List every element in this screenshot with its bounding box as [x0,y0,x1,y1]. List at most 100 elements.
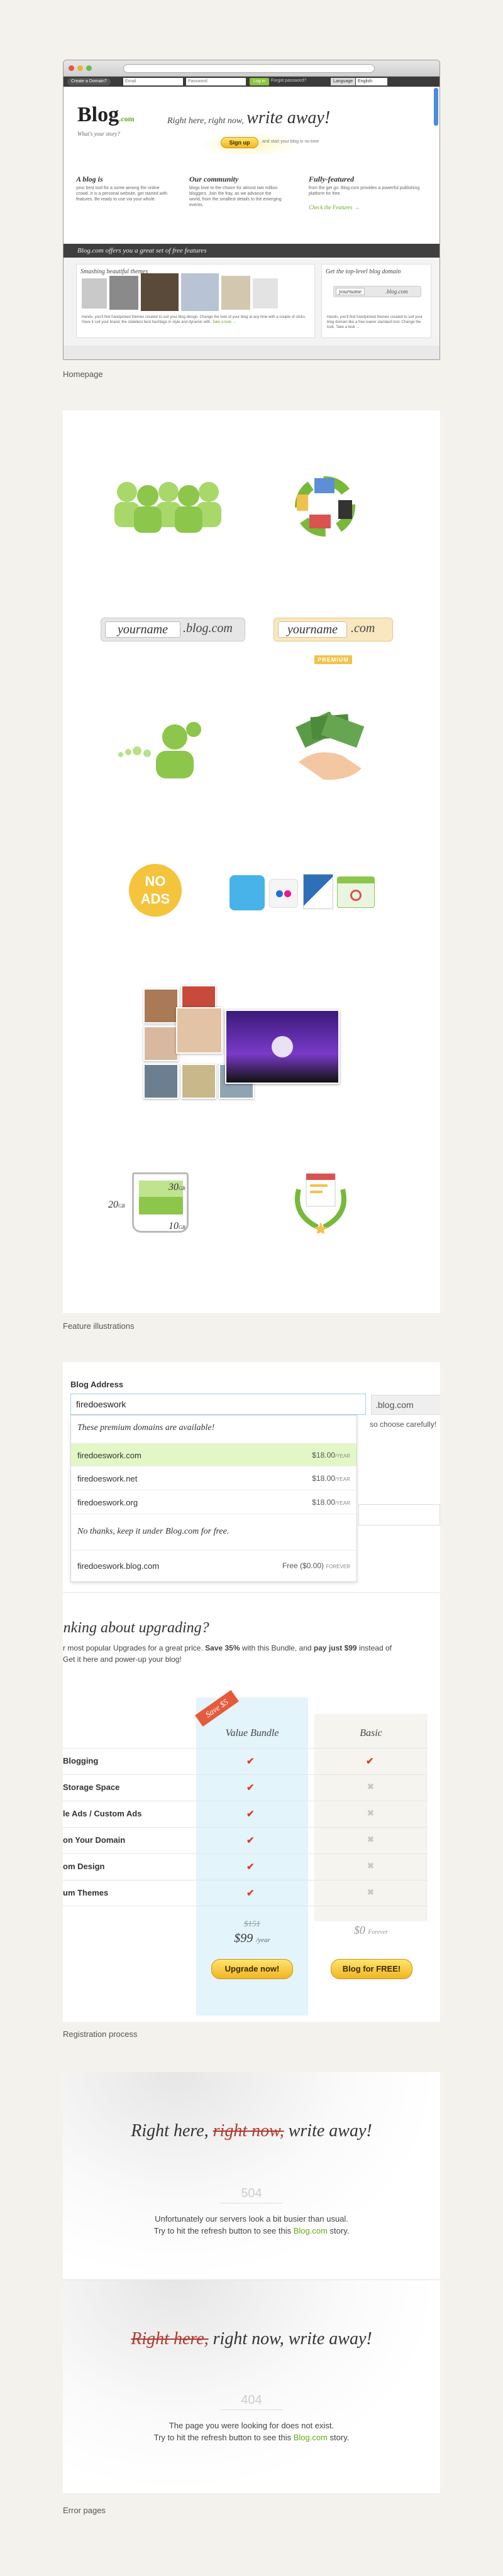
caption-registration: Registration process [63,2029,138,2039]
feature-title: Fully-featured [309,175,354,183]
password-field[interactable]: Password [186,78,246,85]
delicious-icon [303,874,333,909]
check-icon: ✔ [246,1782,255,1793]
premium-badge: PREMIUM [314,655,352,664]
error-504-page: Right here, right now, write away! 504 U… [63,2072,440,2279]
flickr-icon [269,879,298,908]
error-504-heading: Right here, right now, write away! [131,2121,372,2141]
cross-icon: ✖ [367,1808,374,1818]
no-ads-line1: NO [145,873,166,889]
theme-thumbnail[interactable] [253,278,278,308]
theme-thumbnail[interactable] [82,278,107,308]
check-icon: ✔ [246,1862,255,1872]
login-button[interactable]: Log in [250,78,270,85]
signup-button[interactable]: Sign up [221,137,258,148]
check-icon: ✔ [366,1756,374,1767]
logo-suffix: .com [119,114,135,123]
check-features-link[interactable]: Check the Features → [309,204,422,210]
row-label: le Ads / Custom Ads [63,1809,142,1818]
table-row: um Themes ✔ ✖ [63,1880,428,1906]
maximize-dot-icon[interactable] [86,65,92,71]
storage-level-top: 30GB [169,1182,185,1192]
twitter-icon [229,875,265,910]
themes-link[interactable]: Take a look → [213,320,236,324]
hidden-field-fragment[interactable] [358,1504,440,1525]
blog-address-input[interactable]: firedoeswork [70,1394,366,1415]
theme-thumbnail[interactable] [141,273,179,311]
browser-chrome [64,60,439,77]
check-icon: ✔ [246,1809,255,1820]
video-thumbnail[interactable] [225,1010,340,1084]
photo-thumbnail [143,988,179,1023]
play-icon[interactable] [272,1036,293,1057]
caption-features: Feature illustrations [63,1321,135,1331]
bundle-price: $99 /year [234,1931,270,1945]
domain-option[interactable]: firedoeswork.com $18.00/YEAR [71,1443,357,1466]
table-row: le Ads / Custom Ads ✔ ✖ [63,1801,428,1827]
new-user-icon [118,722,201,778]
footer-strip [64,346,439,359]
language-select[interactable]: English [356,78,387,85]
upgrade-text: r most popular Upgrades for a great pric… [63,1644,392,1664]
col-basic-header: Basic [360,1728,382,1738]
hero-heading: Right here, right now, write away! [167,108,330,128]
domain-illustration: yourname .blog.com [333,286,421,297]
blog-domain-illustration: yourname .blog.com [101,618,245,641]
minimize-dot-icon[interactable] [77,65,83,71]
no-thanks-option[interactable]: No thanks, keep it under Blog.com for fr… [71,1514,357,1550]
theme-thumbnail[interactable] [221,276,250,310]
domain-option-price: $18.00/YEAR [312,1451,350,1460]
storage-level-mid: 20GB [108,1199,125,1210]
email-field[interactable]: Email [123,78,183,85]
blog-for-free-button[interactable]: Blog for FREE! [331,1959,412,1979]
domain-box: Get the top-level blog domain yourname .… [321,264,431,338]
features-banner: Blog.com offers you a great set of free … [64,244,439,258]
feature-text: your best tool for a some among the onli… [76,186,168,202]
scrollbar-thumb[interactable] [434,88,438,126]
error-404-code: 404 [241,2393,262,2407]
feature-illustrations-panel: yourname .blog.com yourname .com PREMIUM… [63,410,440,1313]
blog-link[interactable]: Blog.com [294,2226,328,2235]
language-label: Language [331,78,356,85]
community-people-icon [114,482,221,533]
cross-icon: ✖ [367,1782,374,1791]
free-domain-option[interactable]: firedoeswork.blog.com Free ($0.00) FOREV… [71,1550,357,1581]
table-row: Storage Space ✔ ✖ [63,1774,428,1801]
widget-icon [337,876,375,908]
blog-address-label: Blog Address [70,1380,124,1389]
hero-section: Blog.com What's your story? Right here, … [64,87,439,244]
banner-text: Blog.com offers you a great set of free … [77,247,207,254]
no-thanks-text: No thanks, keep it under Blog.com for fr… [77,1527,229,1536]
site-logo[interactable]: Blog.com [77,103,134,127]
storage-level-bottom: 10GB [169,1221,185,1231]
address-suffix: .blog.com [371,1395,440,1415]
site-topbar: Create a Domain? Email Password Log in F… [64,77,439,87]
feature-blog: A blog is your best tool for a some amon… [76,175,170,202]
domain-yourname-text: yourname [278,621,347,638]
domain-yourname-text: yourname [105,621,180,638]
photo-thumbnail [143,1026,179,1061]
upgrade-now-button[interactable]: Upgrade now! [211,1959,293,1979]
theme-thumbnail[interactable] [181,273,219,311]
error-504-line2: Try to hit the refresh button to see thi… [153,2226,350,2235]
homepage-browser-window: Create a Domain? Email Password Log in F… [63,60,440,360]
domain-suffix-text: .blog.com [183,621,233,635]
theme-thumbnail[interactable] [109,276,138,310]
address-side-note: so choose carefully! [370,1420,437,1429]
money-hand-icon [296,712,365,780]
cross-icon: ✖ [367,1887,374,1897]
blog-link[interactable]: Blog.com [294,2433,328,2442]
free-domain-name: firedoeswork.blog.com [77,1561,160,1571]
sharing-devices-icon [295,476,355,537]
error-404-page: Right here, right now, write away! 404 T… [63,2279,440,2493]
domain-suffix: .blog.com [385,288,408,295]
forgot-password-link[interactable]: Forgot password? [271,79,306,83]
close-dot-icon[interactable] [69,65,74,71]
hero-big-text: write away! [246,108,331,128]
domain-option[interactable]: firedoeswork.org $18.00/YEAR [71,1490,357,1514]
domain-option[interactable]: firedoeswork.net $18.00/YEAR [71,1466,357,1490]
domain-text: Hands, you'll find handpicked themes cre… [327,315,423,329]
create-domain-button[interactable]: Create a Domain? [67,78,111,85]
error-404-line2: Try to hit the refresh button to see thi… [153,2433,350,2442]
address-bar[interactable] [123,64,375,73]
